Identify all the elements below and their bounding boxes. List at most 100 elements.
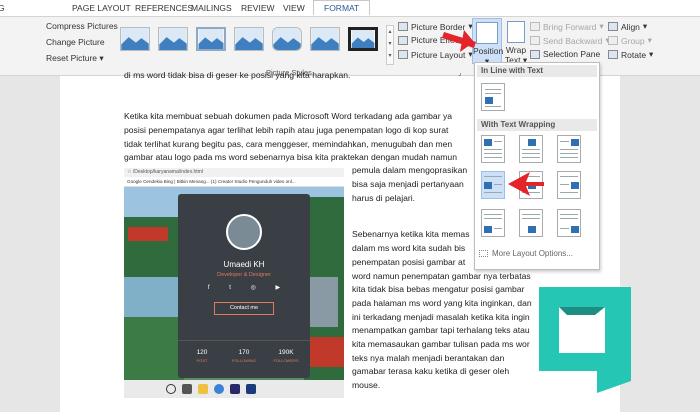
stat-label: FOLLOWERS [273,358,299,363]
position-bottom-center[interactable] [519,209,543,237]
doc-para2-line: kita memasaukan gambar tulisan pada ms w… [352,339,530,349]
chrome-icon [214,384,224,394]
doc-para1-line: gambar atau logo pada ms word sebenarnya… [124,152,457,162]
position-in-line[interactable] [481,83,505,111]
align-label: Align [621,21,640,32]
group-button[interactable]: Group ▾ [608,35,652,46]
reset-picture-button[interactable]: Reset Picture ▾ [46,53,104,64]
stat-label: FOLLOWING [231,358,256,363]
position-top-right[interactable] [557,135,581,163]
style-thumb-2[interactable] [158,27,188,51]
doc-para2-line: mouse. [352,380,381,390]
doc-para1-line: posisi penempatanya agar terlihat lebih … [124,125,449,135]
position-top-left[interactable] [481,135,505,163]
position-label: Position [473,46,504,56]
position-bottom-right[interactable] [557,209,581,237]
send-backward-button[interactable]: Send Backward ▾ [530,35,610,46]
doc-para1-line: Ketika kita membuat sebuah dokumen pada … [124,111,453,121]
browser-bookmarks-bar: Google Cendekia Bing | Bitkin Menang... … [124,177,344,187]
doc-para2-line: teks nya malah menjadi berantakan dan [352,353,505,363]
style-thumb-3[interactable] [196,27,226,51]
more-layout-options-label: More Layout Options... [492,249,573,258]
taskbar [124,380,344,398]
doc-para2-line: Sebenarnya ketika kita memas [352,229,470,239]
stat-value: 190K [278,349,294,356]
style-thumb-1[interactable] [120,27,150,51]
style-thumb-4[interactable] [234,27,264,51]
wrap-text-icon [507,21,525,43]
bring-forward-icon [530,22,540,31]
stat-followers: 190K FOLLOWERS [266,349,306,363]
layout-options-icon [479,250,488,257]
position-middle-left[interactable] [481,171,505,199]
send-backward-icon [530,36,540,45]
rotate-icon [608,50,618,59]
send-backward-label: Send Backward [543,35,603,46]
align-button[interactable]: Align ▾ [608,21,647,32]
doc-para2-line: kita tidak bisa bebas mengatur posisi ga… [352,284,525,294]
tab-view[interactable]: VIEW [283,3,305,13]
position-button[interactable]: Position ▾ [472,18,504,66]
selection-pane-icon [530,49,540,59]
doc-wrap-line: harus di pelajari. [352,193,416,203]
bring-forward-button[interactable]: Bring Forward ▾ [530,21,604,32]
style-thumb-6[interactable] [310,27,340,51]
position-dropdown: In Line with Text With Text Wrapping Mor… [474,62,600,270]
picture-layout-icon [398,50,408,59]
picture-styles-gallery [118,25,382,69]
photoshop-icon [246,384,256,394]
browser-url: /Desktop/karyanama/index.html [132,169,203,175]
browser-address-bar: ☆ /Desktop/karyanama/index.html [124,168,344,177]
group-icon [608,36,618,45]
search-circle-icon [166,384,176,394]
doc-wrap-line: pemula dalam mengoprasikan [352,165,468,175]
group-label: Group [621,35,645,46]
doc-para1-line: tidak terlihat kurang begitu pas, cara m… [124,139,453,149]
rotate-label: Rotate [621,49,647,60]
stat-value: 170 [238,349,250,356]
contact-me-button[interactable]: Contact me [214,302,274,315]
avatar [226,214,262,250]
gallery-scroll[interactable]: ▴ ▾ ▾ [386,25,394,65]
picture-effects-icon [398,35,408,45]
more-layout-options[interactable]: More Layout Options... [479,249,573,258]
doc-line-0: di ms word tidak bisa di geser ke posisi… [124,70,351,80]
tab-format[interactable]: FORMAT [313,0,371,15]
change-picture-button[interactable]: Change Picture [46,37,105,47]
folder-icon [198,384,208,394]
position-top-center[interactable] [519,135,543,163]
tab-page-layout[interactable]: PAGE LAYOUT [72,3,131,13]
align-icon [608,22,618,31]
social-icons: f t ◎ ▶ [207,285,290,291]
stat-value: 120 [196,349,208,356]
wrap-text-button[interactable]: Wrap Text ▾ [504,18,528,65]
reset-picture-label: Reset Picture [46,53,98,63]
doc-para2-line: menampatkan gambar tapi terhalang teks a… [352,325,530,335]
tab-review[interactable]: REVIEW [241,3,275,13]
annotation-arrow-icon [442,30,476,52]
doc-para2-line: gamabar terasa kaku ketika di geser oleh [352,366,510,376]
embedded-screenshot-image[interactable]: ☆ /Desktop/karyanama/index.html Google C… [124,168,344,398]
annotation-arrow-icon [508,172,544,196]
compress-pictures-button[interactable]: Compress Pictures [46,21,118,31]
style-thumb-7[interactable] [348,27,378,51]
picture-border-icon [398,22,408,31]
style-thumb-5[interactable] [272,27,302,51]
doc-wrap-line: bisa saja menjadi pertanyaan [352,179,464,189]
tab-mailings[interactable]: MAILINGS [191,3,232,13]
stat-posts: 120 POST [182,349,222,363]
tab-partial[interactable]: G [0,3,5,13]
task-view-icon [182,384,192,394]
stat-following: 170 FOLLOWING [224,349,264,363]
position-bottom-left[interactable] [481,209,505,237]
doc-para2-line: ini terkadang menjadi masalah ketika kit… [352,312,530,322]
tab-references[interactable]: REFERENCES [135,3,193,13]
ribbon-tab-bar: G PAGE LAYOUT REFERENCES MAILINGS REVIEW… [0,0,700,16]
profile-role: Developer & Designer [217,272,271,278]
profile-card: Umaedi KH Developer & Designer f t ◎ ▶ C… [178,194,310,378]
wrap-text-label-1: Wrap [505,45,527,55]
selection-pane-button[interactable]: Selection Pane [530,49,600,59]
rotate-button[interactable]: Rotate ▾ [608,49,653,60]
stat-label: POST [196,358,208,363]
position-middle-right[interactable] [557,171,581,199]
